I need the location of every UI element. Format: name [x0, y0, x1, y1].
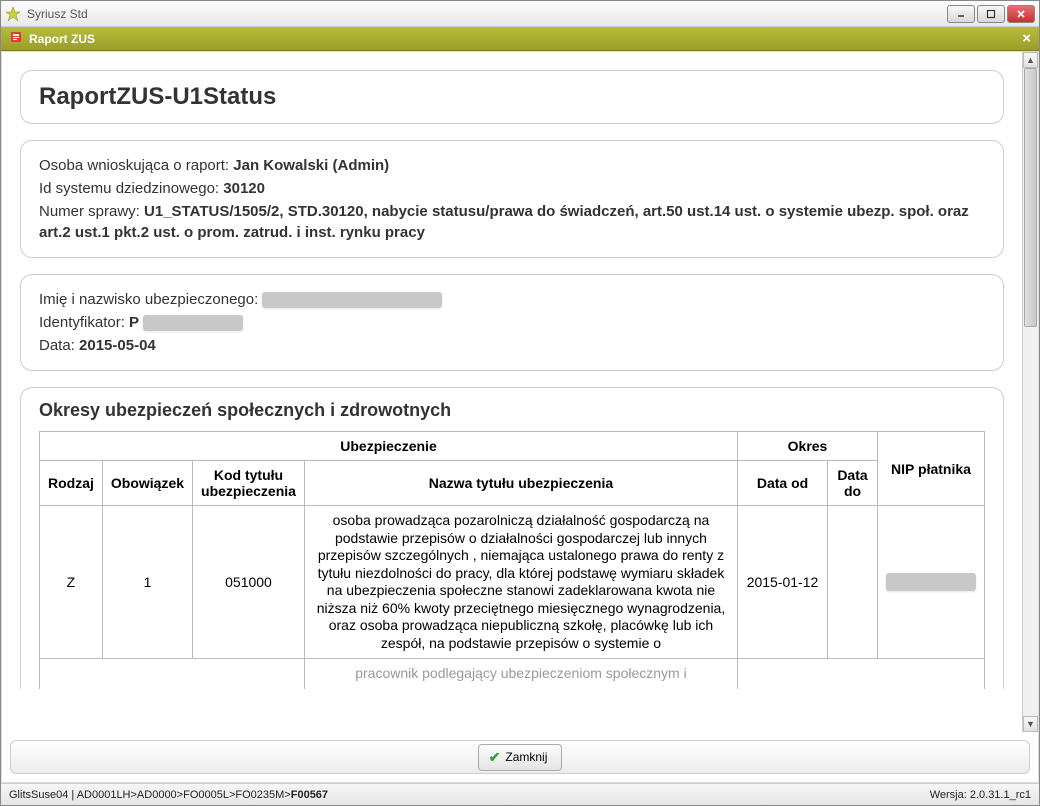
maximize-button[interactable]: [977, 5, 1005, 23]
scroll-down-arrow[interactable]: ▼: [1023, 716, 1038, 732]
close-window-button[interactable]: [1007, 5, 1035, 23]
col-nazwa: Nazwa tytułu ubezpieczenia: [304, 461, 737, 506]
periods-table: Ubezpieczenie Okres NIP płatnika Rodzaj …: [39, 431, 985, 689]
status-path-current: F00567: [291, 789, 328, 801]
report-icon: [9, 30, 23, 47]
redacted-nip: [886, 573, 976, 591]
insured-date-line: Data: 2015-05-04: [39, 335, 985, 356]
insured-date-label: Data:: [39, 337, 79, 354]
system-id-line: Id systemu dziedzinowego: 30120: [39, 178, 985, 199]
version-label: Wersja:: [930, 789, 970, 801]
minimize-button[interactable]: [947, 5, 975, 23]
close-button[interactable]: ✔ Zamknij: [478, 744, 563, 771]
system-id-value: 30120: [223, 180, 265, 197]
status-host: GlitsSuse04: [9, 789, 68, 801]
panel-insured: Imię i nazwisko ubezpieczonego: Identyfi…: [20, 274, 1004, 371]
insured-id-line: Identyfikator: P: [39, 312, 985, 333]
section-title: Okresy ubezpieczeń społecznych i zdrowot…: [39, 400, 985, 421]
table-header-row-1: Ubezpieczenie Okres NIP płatnika: [40, 432, 985, 461]
status-path: GlitsSuse04 | AD0001LH>AD0000>FO0005L>FO…: [9, 789, 930, 801]
col-data-od: Data od: [738, 461, 828, 506]
case-no-line: Numer sprawy: U1_STATUS/1505/2, STD.3012…: [39, 201, 985, 243]
col-data-do: Data do: [828, 461, 878, 506]
tab-close-icon[interactable]: ×: [1022, 30, 1031, 47]
panel-requester: Osoba wnioskująca o raport: Jan Kowalski…: [20, 140, 1004, 258]
scroll-container: RaportZUS-U1Status Osoba wnioskująca o r…: [2, 52, 1022, 732]
button-bar: ✔ Zamknij: [10, 740, 1030, 774]
table-header-row-2: Rodzaj Obowiązek Kod tytułu ubezpieczeni…: [40, 461, 985, 506]
app-icon: [5, 6, 21, 22]
close-button-label: Zamknij: [505, 750, 547, 764]
system-id-label: Id systemu dziedzinowego:: [39, 180, 223, 197]
col-kod: Kod tytułu ubezpieczenia: [193, 461, 305, 506]
insured-date-value: 2015-05-04: [79, 337, 156, 354]
cell-obowiazek: 1: [102, 506, 192, 659]
version-value: 2.0.31.1_rc1: [970, 789, 1031, 801]
window-controls: [947, 5, 1035, 23]
panel-periods: Okresy ubezpieczeń społecznych i zdrowot…: [20, 387, 1004, 689]
scroll-track[interactable]: [1023, 68, 1038, 716]
status-version: Wersja: 2.0.31.1_rc1: [930, 789, 1031, 801]
panel-title: RaportZUS-U1Status: [20, 70, 1004, 124]
case-no-label: Numer sprawy:: [39, 203, 144, 220]
status-path-prefix: AD0001LH>AD0000>FO0005L>FO0235M>: [77, 789, 291, 801]
col-nip: NIP płatnika: [878, 432, 985, 506]
cell-nip: [878, 506, 985, 659]
insured-id-label: Identyfikator:: [39, 314, 129, 331]
vertical-scrollbar[interactable]: ▲ ▼: [1022, 52, 1038, 732]
cell-rodzaj: Z: [40, 506, 103, 659]
app-window: Syriusz Std Raport ZUS × RaportZUS-U1Sta…: [0, 0, 1040, 806]
redacted-id: [143, 315, 243, 331]
scroll-up-arrow[interactable]: ▲: [1023, 52, 1038, 68]
col-ubezpieczenie: Ubezpieczenie: [40, 432, 738, 461]
window-title: Syriusz Std: [27, 7, 947, 21]
cell-data-do: [828, 506, 878, 659]
col-okres: Okres: [738, 432, 878, 461]
col-obowiazek: Obowiązek: [102, 461, 192, 506]
content-area: RaportZUS-U1Status Osoba wnioskująca o r…: [1, 51, 1039, 783]
cell-partial: pracownik podlegający ubezpieczeniom spo…: [304, 659, 737, 689]
cell-kod: 051000: [193, 506, 305, 659]
table-row-partial: pracownik podlegający ubezpieczeniom spo…: [40, 659, 985, 689]
requester-value: Jan Kowalski (Admin): [233, 157, 389, 174]
titlebar: Syriusz Std: [1, 1, 1039, 27]
insured-id-prefix: P: [129, 314, 139, 331]
report-title: RaportZUS-U1Status: [39, 83, 985, 111]
requester-line: Osoba wnioskująca o raport: Jan Kowalski…: [39, 155, 985, 176]
statusbar: GlitsSuse04 | AD0001LH>AD0000>FO0005L>FO…: [1, 783, 1039, 805]
cell-data-od: 2015-01-12: [738, 506, 828, 659]
redacted-name: [262, 292, 442, 308]
table-row: Z 1 051000 osoba prowadząca pozarolniczą…: [40, 506, 985, 659]
insured-name-line: Imię i nazwisko ubezpieczonego:: [39, 289, 985, 310]
scroll-thumb[interactable]: [1024, 68, 1037, 327]
case-no-value: U1_STATUS/1505/2, STD.30120, nabycie sta…: [39, 203, 969, 241]
requester-label: Osoba wnioskująca o raport:: [39, 157, 233, 174]
tab-title: Raport ZUS: [29, 32, 95, 46]
cell-nazwa: osoba prowadząca pozarolniczą działalnoś…: [304, 506, 737, 659]
col-rodzaj: Rodzaj: [40, 461, 103, 506]
tab-header: Raport ZUS ×: [1, 27, 1039, 51]
check-icon: ✔: [489, 749, 501, 766]
insured-name-label: Imię i nazwisko ubezpieczonego:: [39, 291, 262, 308]
